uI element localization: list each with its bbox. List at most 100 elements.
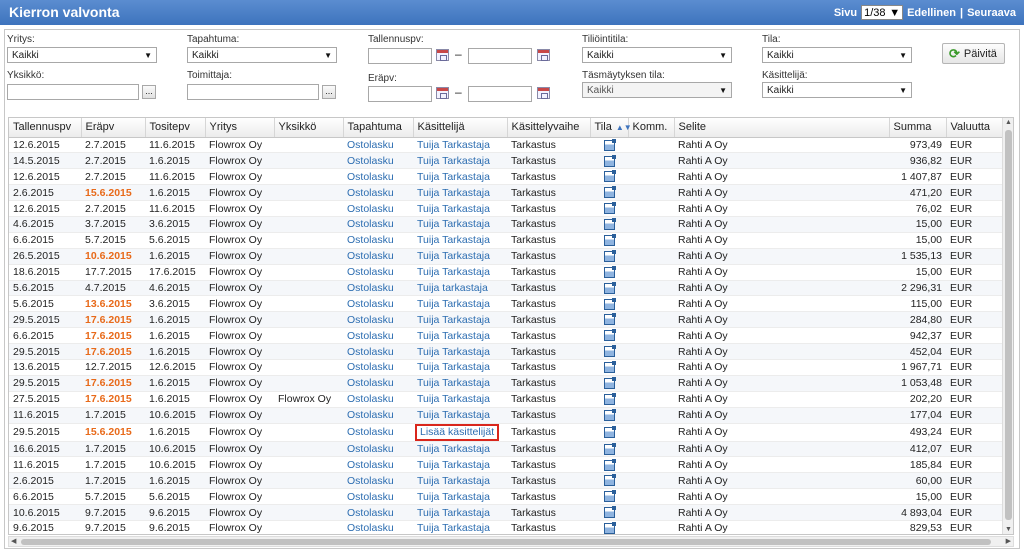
erapv-to-input[interactable] (468, 86, 532, 102)
tapahtuma-link[interactable]: Ostolasku (347, 250, 394, 262)
tapahtuma-link[interactable]: Ostolasku (347, 266, 394, 278)
kasittelija-link[interactable]: Tuija tarkastaja (417, 282, 488, 294)
column-header-komm[interactable]: Komm. (628, 118, 675, 138)
kasittelija-link[interactable]: Tuija Tarkastaja (417, 139, 490, 151)
kasittelija-link[interactable]: Tuija Tarkastaja (417, 330, 490, 342)
table-row[interactable]: 6.6.2015 17.6.2015 1.6.2015 Flowrox Oy Ostol… (9, 327, 1013, 345)
table-row[interactable]: 6.6.2015 5.7.2015 5.6.2015 Flowrox Oy Ostola… (9, 232, 1013, 249)
tapahtuma-link[interactable]: Ostolasku (347, 218, 394, 230)
edit-document-icon[interactable] (603, 522, 616, 534)
table-row[interactable]: 18.6.2015 17.7.2015 17.6.2015 Flowrox Oy Ost… (9, 264, 1013, 281)
edit-document-icon[interactable] (603, 442, 616, 455)
table-row[interactable]: 14.5.2015 2.7.2015 1.6.2015 Flowrox Oy Ostol… (9, 152, 1013, 170)
table-row[interactable]: 4.6.2015 3.7.2015 3.6.2015 Flowrox Oy Ostola… (9, 216, 1013, 233)
scroll-right-icon[interactable]: ▶ (1006, 537, 1011, 545)
column-header-tositepv[interactable]: Tositepv (145, 118, 206, 138)
table-row[interactable]: 2.6.2015 15.6.2015 1.6.2015 Flowrox Oy Ostol… (9, 184, 1013, 202)
next-link[interactable]: Seuraava (967, 7, 1016, 19)
kasittelija-link[interactable]: Tuija Tarkastaja (417, 234, 490, 246)
tapahtuma-link[interactable]: Ostolasku (347, 426, 394, 438)
table-row[interactable]: 6.6.2015 5.7.2015 5.6.2015 Flowrox Oy Ostola… (9, 488, 1013, 506)
edit-document-icon[interactable] (603, 329, 616, 342)
tapahtuma-link[interactable]: Ostolasku (347, 377, 394, 389)
column-header-selite[interactable]: Selite (674, 118, 890, 138)
tapahtuma-link[interactable]: Ostolasku (347, 171, 394, 183)
edit-document-icon[interactable] (603, 506, 616, 519)
tapahtuma-link[interactable]: Ostolasku (347, 522, 394, 534)
table-row[interactable]: 12.6.2015 2.7.2015 11.6.2015 Flowrox Oy Osto… (9, 200, 1013, 217)
scroll-left-icon[interactable]: ◀ (11, 537, 16, 545)
kasittelija-link[interactable]: Tuija Tarkastaja (417, 298, 490, 310)
column-header-erapv[interactable]: Eräpv (81, 118, 146, 138)
edit-document-icon[interactable] (603, 392, 616, 405)
yritys-select[interactable]: Kaikki ▼ (7, 47, 157, 63)
calendar-icon[interactable] (537, 49, 550, 61)
column-header-kasittelyvaihe[interactable]: Käsittelyvaihe (507, 118, 591, 138)
page-select[interactable]: 1/38 ▼ (861, 5, 904, 20)
tallennuspv-to-input[interactable] (468, 48, 532, 64)
tapahtuma-link[interactable]: Ostolasku (347, 234, 394, 246)
tapahtuma-link[interactable]: Ostolasku (347, 298, 394, 310)
edit-document-icon[interactable] (603, 345, 616, 358)
kasittelija-link[interactable]: Tuija Tarkastaja (417, 475, 490, 487)
add-handlers-link[interactable]: Lisää käsittelijät (415, 423, 500, 441)
yksikko-lookup-button[interactable]: ... (142, 85, 156, 99)
tiliointitila-select[interactable]: Kaikki ▼ (582, 47, 732, 63)
table-row[interactable]: 5.6.2015 4.7.2015 4.6.2015 Flowrox Oy Ostola… (9, 280, 1013, 297)
kasittelija-link[interactable]: Tuija Tarkastaja (417, 203, 490, 215)
kasittelija-link[interactable]: Tuija Tarkastaja (417, 522, 490, 534)
table-row[interactable]: 27.5.2015 17.6.2015 1.6.2015 Flowrox Oy Flow… (9, 391, 1013, 408)
table-row[interactable]: 11.6.2015 1.7.2015 10.6.2015 Flowrox Oy Osto… (9, 407, 1013, 424)
calendar-icon[interactable] (537, 87, 550, 99)
tapahtuma-link[interactable]: Ostolasku (347, 155, 394, 167)
tapahtuma-link[interactable]: Ostolasku (347, 314, 394, 326)
scroll-up-icon[interactable]: ▲ (1004, 119, 1013, 126)
kasittelija-link[interactable]: Tuija Tarkastaja (417, 171, 490, 183)
calendar-icon[interactable] (436, 87, 449, 99)
table-row[interactable]: 29.5.2015 15.6.2015 1.6.2015 Flowrox Oy Osto… (9, 423, 1013, 442)
kasittelija-link[interactable]: Tuija Tarkastaja (417, 361, 490, 373)
tapahtuma-link[interactable]: Ostolasku (347, 475, 394, 487)
table-row[interactable]: 13.6.2015 12.7.2015 12.6.2015 Flowrox Oy Ost… (9, 359, 1013, 376)
yksikko-input[interactable] (7, 84, 139, 100)
toimittaja-input[interactable] (187, 84, 319, 100)
kasittelija-select[interactable]: Kaikki ▼ (762, 82, 912, 98)
kasittelija-link[interactable]: Tuija Tarkastaja (417, 314, 490, 326)
table-row[interactable]: 29.5.2015 17.6.2015 1.6.2015 Flowrox Oy Osto… (9, 311, 1013, 329)
edit-document-icon[interactable] (603, 265, 616, 278)
kasittelija-link[interactable]: Tuija Tarkastaja (417, 393, 490, 405)
table-row[interactable]: 12.6.2015 2.7.2015 11.6.2015 Flowrox Oy Osto… (9, 137, 1013, 154)
scroll-thumb[interactable] (1005, 130, 1012, 520)
column-header-kasittelija[interactable]: Käsittelijä (413, 118, 508, 138)
tapahtuma-link[interactable]: Ostolasku (347, 330, 394, 342)
kasittelija-link[interactable]: Tuija Tarkastaja (417, 250, 490, 262)
tapahtuma-link[interactable]: Ostolasku (347, 139, 394, 151)
kasittelija-link[interactable]: Tuija Tarkastaja (417, 409, 490, 421)
kasittelija-link[interactable]: Tuija Tarkastaja (417, 377, 490, 389)
edit-document-icon[interactable] (603, 138, 616, 151)
edit-document-icon[interactable] (603, 218, 616, 231)
table-row[interactable]: 12.6.2015 2.7.2015 11.6.2015 Flowrox Oy Osto… (9, 168, 1013, 186)
scroll-down-icon[interactable]: ▼ (1004, 526, 1013, 533)
kasittelija-link[interactable]: Tuija Tarkastaja (417, 346, 490, 358)
toimittaja-lookup-button[interactable]: ... (322, 85, 336, 99)
tasmaytys-select[interactable]: Kaikki ▼ (582, 82, 732, 98)
tila-select[interactable]: Kaikki ▼ (762, 47, 912, 63)
edit-document-icon[interactable] (603, 234, 616, 246)
edit-document-icon[interactable] (603, 281, 616, 294)
table-row[interactable]: 9.6.2015 9.7.2015 9.6.2015 Flowrox Oy Ostola… (9, 520, 1013, 534)
column-header-yksikko[interactable]: Yksikkö (274, 118, 344, 138)
column-header-tallennuspv[interactable]: Tallennuspv (9, 118, 82, 138)
tapahtuma-link[interactable]: Ostolasku (347, 491, 394, 503)
table-row[interactable]: 26.5.2015 10.6.2015 1.6.2015 Flowrox Oy Osto… (9, 248, 1013, 265)
kasittelija-link[interactable]: Tuija Tarkastaja (417, 218, 490, 230)
tapahtuma-link[interactable]: Ostolasku (347, 393, 394, 405)
vertical-scrollbar[interactable]: ▲ ▼ (1002, 118, 1013, 534)
table-row[interactable]: 10.6.2015 9.7.2015 9.6.2015 Flowrox Oy Ostol… (9, 504, 1013, 521)
tapahtuma-link[interactable]: Ostolasku (347, 443, 394, 455)
edit-document-icon[interactable] (603, 313, 616, 326)
edit-document-icon[interactable] (603, 154, 616, 167)
calendar-icon[interactable] (436, 49, 449, 61)
edit-document-icon[interactable] (603, 425, 616, 438)
tapahtuma-link[interactable]: Ostolasku (347, 187, 394, 199)
